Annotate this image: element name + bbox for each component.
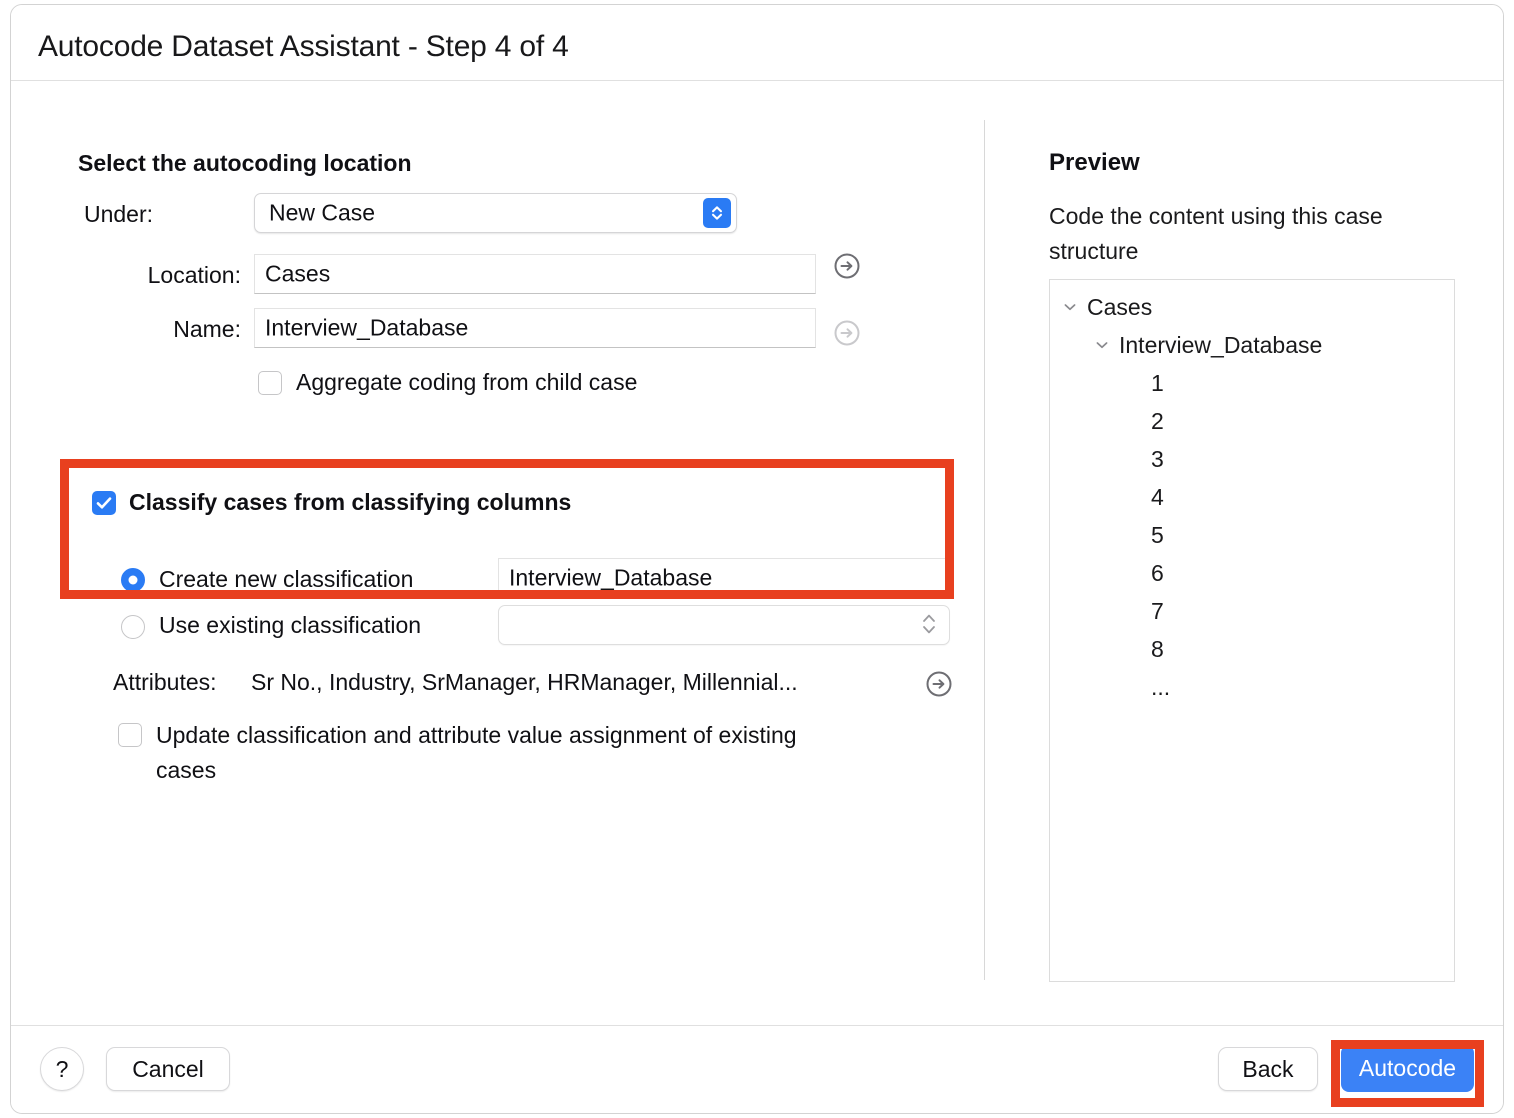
tree-item[interactable]: 4 [1124,478,1164,516]
tree-item-label: ... [1151,673,1171,700]
tree-item-label: 5 [1151,521,1164,548]
help-button[interactable]: ? [40,1047,84,1091]
dialog-titlebar: Autocode Dataset Assistant - Step 4 of 4 [11,5,1503,81]
chevron-up-down-icon [921,610,937,640]
tree-item[interactable]: 3 [1124,440,1164,478]
autocoding-location-panel: Select the autocoding location Under: Ne… [11,81,984,1025]
tree-item[interactable]: 2 [1124,402,1164,440]
cancel-button[interactable]: Cancel [106,1047,230,1091]
tree-item[interactable]: 5 [1124,516,1164,554]
create-new-classification-label: Create new classification [159,566,414,592]
tree-item[interactable]: ... [1124,668,1170,706]
tree-item-label: 7 [1151,597,1164,624]
name-input-value: Interview_Database [265,314,469,341]
tree-item-label: 6 [1151,559,1164,586]
location-input-value: Cases [265,260,331,287]
tree-item[interactable]: 6 [1124,554,1164,592]
chevron-up-down-icon [703,198,731,228]
tree-item[interactable]: Cases [1060,288,1152,326]
tree-item-label: 8 [1151,635,1164,662]
create-new-classification-radio[interactable] [121,568,145,592]
preview-panel: Preview Code the content using this case… [1029,81,1495,1025]
tree-item-label: 4 [1151,483,1164,510]
tree-item[interactable]: 7 [1124,592,1164,630]
create-new-classification-input[interactable]: Interview_Database [498,558,950,598]
tree-item[interactable]: Interview_Database [1092,326,1322,364]
tree-item[interactable]: 8 [1124,630,1164,668]
aggregate-coding-label: Aggregate coding from child case [296,369,638,395]
preview-title: Preview [1049,149,1140,176]
under-popup-value: New Case [269,199,376,226]
use-existing-classification-label: Use existing classification [159,612,422,638]
back-button[interactable]: Back [1218,1047,1318,1091]
name-input[interactable]: Interview_Database [254,308,816,348]
chevron-down-icon[interactable] [1092,335,1112,355]
dialog-footer: ? Cancel Back Autocode [11,1025,1503,1113]
location-input[interactable]: Cases [254,254,816,294]
tree-item-label: 2 [1151,407,1164,434]
attributes-value: Sr No., Industry, SrManager, HRManager, … [251,669,798,695]
classify-cases-label: Classify cases from classifying columns [129,489,572,515]
under-popup-button[interactable]: New Case [254,193,737,233]
autocode-dataset-assistant-dialog: Autocode Dataset Assistant - Step 4 of 4… [10,4,1504,1114]
attributes-label: Attributes: [113,669,217,695]
attributes-arrow-right-circle-icon[interactable] [926,671,952,697]
name-arrow-right-circle-icon[interactable] [834,320,860,346]
tree-item-label: 3 [1151,445,1164,472]
tree-item-label: 1 [1151,369,1164,396]
section-heading-autocoding-location: Select the autocoding location [78,150,412,176]
location-arrow-right-circle-icon[interactable] [834,253,860,279]
create-new-classification-input-value: Interview_Database [509,564,713,591]
aggregate-coding-checkbox[interactable] [258,371,282,395]
tree-item-label: Interview_Database [1119,331,1323,358]
autocode-button[interactable]: Autocode [1341,1045,1474,1092]
preview-subtitle: Code the content using this case structu… [1049,203,1383,264]
use-existing-classification-radio[interactable] [121,615,145,639]
panel-divider [984,120,985,980]
chevron-down-icon[interactable] [1060,297,1080,317]
location-label: Location: [147,262,241,288]
tree-item[interactable]: 1 [1124,364,1164,402]
classify-cases-checkbox[interactable] [92,491,116,515]
update-classification-label: Update classification and attribute valu… [156,722,797,783]
under-label: Under: [83,201,153,227]
name-label: Name: [173,316,241,342]
preview-case-structure-tree[interactable]: Cases Interview_Database 1 2 3 4 5 6 7 8... [1049,279,1455,982]
dialog-title: Autocode Dataset Assistant - Step 4 of 4 [38,30,569,63]
tree-item-label: Cases [1087,293,1153,320]
use-existing-classification-combo[interactable] [498,605,950,645]
update-classification-checkbox[interactable] [118,723,142,747]
